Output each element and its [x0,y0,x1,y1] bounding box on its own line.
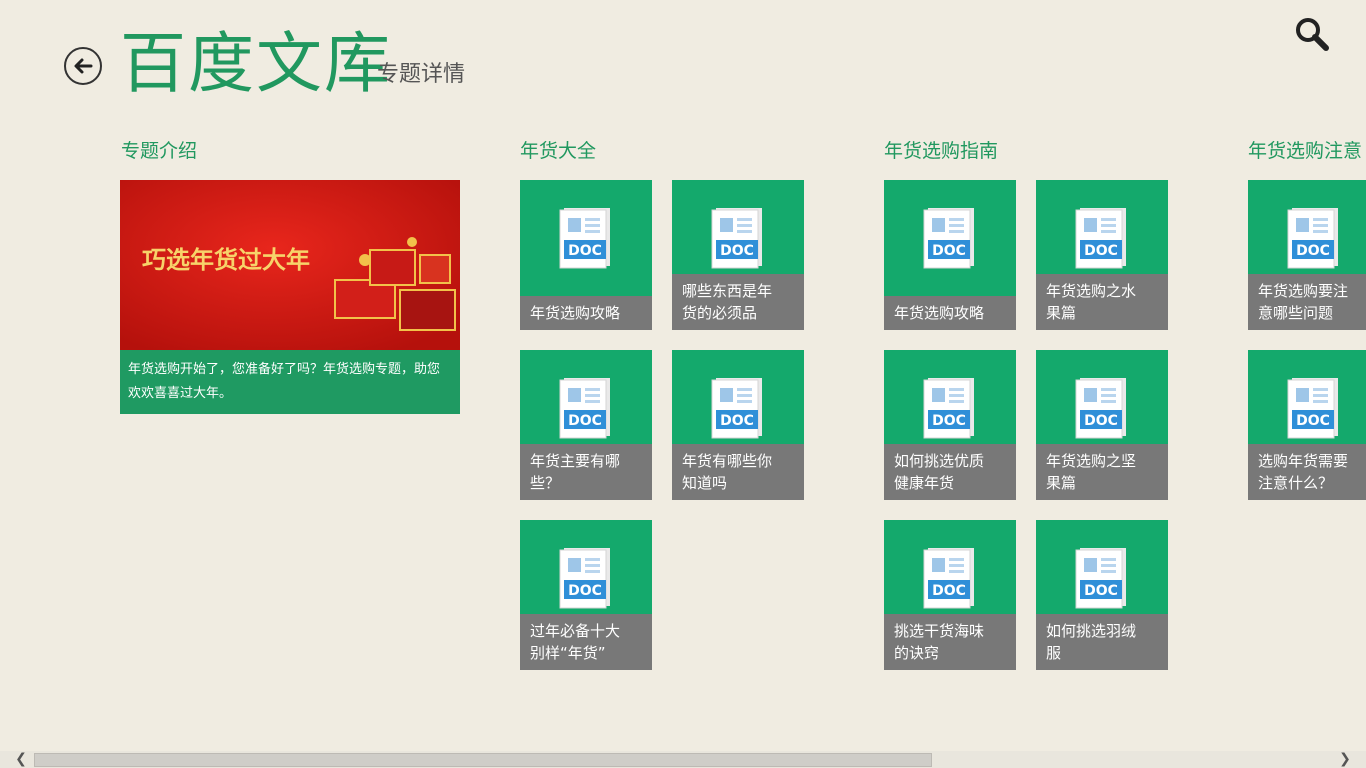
caption-line: 如何挑选羽绒 [1046,622,1137,640]
doc-file-icon: DOC [1075,208,1126,269]
caption-line: 果篇 [1046,474,1077,492]
caption-line: 些？ [530,474,561,492]
doc-tile[interactable]: DOC 年货选购之水 果篇 [1036,180,1168,330]
doc-file-icon: DOC [923,548,974,609]
doc-tile-caption: 如何挑选优质 健康年货 [884,444,1016,500]
section-title-intro: 专题介绍 [121,140,198,162]
doc-tile-caption: 年货有哪些你 知道吗 [672,444,804,500]
doc-badge: DOC [568,243,602,259]
caption-line: 服 [1046,644,1062,662]
doc-tile[interactable]: DOC 年货主要有哪 些？ [520,350,652,500]
caption-line: 过年必备十大 [530,622,621,640]
scroll-left-icon[interactable]: ❮ [12,751,30,768]
doc-tile[interactable]: DOC 年货选购要注 意哪些问题 [1248,180,1366,330]
app-title: 百度文库 [120,25,392,102]
doc-tile[interactable]: DOC 如何挑选优质 健康年货 [884,350,1016,500]
doc-badge: DOC [1296,413,1330,429]
doc-badge: DOC [1084,583,1118,599]
doc-tile-caption: 年货选购攻略 [884,296,1016,330]
doc-file-icon: DOC [711,208,762,269]
caption-line: 挑选干货海味 [894,622,985,640]
caption-line: 选购年货需要 [1258,452,1349,470]
doc-tile-caption: 如何挑选羽绒服 [1036,614,1168,670]
banner-text: 巧选年货过大年 [142,246,310,274]
caption-line: 年货有哪些你 [682,452,773,470]
doc-tile-caption: 年货主要有哪 些？ [520,444,652,500]
doc-tile[interactable]: DOC 挑选干货海味 的诀窍 [884,520,1016,670]
doc-tile-caption: 哪些东西是年 货的必须品 [672,274,804,330]
doc-badge: DOC [1084,243,1118,259]
page-subtitle: 专题详情 [377,62,466,87]
doc-badge: DOC [932,413,966,429]
caption-line: 健康年货 [894,474,955,492]
doc-tile-caption: 过年必备十大 别样“年货” [520,614,652,670]
caption-line: 年货主要有哪 [530,452,621,470]
section-title-notes: 年货选购注意 [1248,140,1363,162]
doc-badge: DOC [568,413,602,429]
doc-badge: DOC [568,583,602,599]
doc-file-icon: DOC [559,378,610,439]
doc-tile-caption: 年货选购要注 意哪些问题 [1248,274,1366,330]
caption-line: 货的必须品 [682,304,758,322]
doc-tile[interactable]: DOC 年货选购之坚 果篇 [1036,350,1168,500]
doc-tile[interactable]: DOC 选购年货需要 注意什么？ [1248,350,1366,500]
doc-file-icon: DOC [1287,378,1338,439]
doc-file-icon: DOC [923,208,974,269]
caption-line: 年货选购之坚 [1046,452,1137,470]
scroll-right-icon[interactable]: ❯ [1336,751,1354,768]
doc-file-icon: DOC [923,378,974,439]
caption-line: 年货选购攻略 [894,304,985,322]
doc-badge: DOC [932,583,966,599]
doc-file-icon: DOC [1075,378,1126,439]
scroll-thumb[interactable] [34,753,932,767]
doc-file-icon: DOC [559,208,610,269]
doc-tile[interactable]: DOC 年货选购攻略 [520,180,652,330]
doc-tile-caption: 挑选干货海味 的诀窍 [884,614,1016,670]
doc-badge: DOC [720,243,754,259]
back-button[interactable] [64,47,102,85]
doc-file-icon: DOC [1075,548,1126,609]
doc-tile[interactable]: DOC 哪些东西是年 货的必须品 [672,180,804,330]
caption-line: 别样“年货” [530,644,606,662]
caption-line: 果篇 [1046,304,1077,322]
section-title-goods: 年货大全 [520,140,597,162]
doc-tile[interactable]: DOC 过年必备十大 别样“年货” [520,520,652,670]
doc-file-icon: DOC [1287,208,1338,269]
caption-line: 年货选购之水 [1046,282,1137,300]
doc-tile-caption: 年货选购攻略 [520,296,652,330]
doc-badge: DOC [932,243,966,259]
doc-tile-caption: 选购年货需要 注意什么？ [1248,444,1366,500]
caption-line: 的诀窍 [894,644,940,662]
intro-description: 年货选购开始了，您准备好了吗？年货选购专题，助您欢欢喜喜过大年。 [128,362,441,401]
doc-tile[interactable]: DOC 如何挑选羽绒服 [1036,520,1168,670]
doc-tile[interactable]: DOC 年货选购攻略 [884,180,1016,330]
search-button[interactable] [1294,16,1330,52]
horizontal-scrollbar[interactable]: ❮ ❯ [0,751,1366,768]
doc-tile[interactable]: DOC 年货有哪些你 知道吗 [672,350,804,500]
caption-line: 如何挑选优质 [894,452,985,470]
section-title-guide: 年货选购指南 [884,140,999,162]
doc-file-icon: DOC [559,548,610,609]
caption-line: 注意什么？ [1258,474,1334,492]
doc-badge: DOC [1084,413,1118,429]
doc-file-icon: DOC [711,378,762,439]
intro-banner-image: 巧选年货过大年 [120,180,460,350]
caption-line: 意哪些问题 [1258,304,1334,322]
caption-line: 知道吗 [682,474,728,492]
caption-line: 年货选购要注 [1258,282,1349,300]
caption-line: 哪些东西是年 [682,282,773,300]
doc-tile-caption: 年货选购之坚 果篇 [1036,444,1168,500]
search-icon [1296,18,1329,51]
caption-line: 年货选购攻略 [530,304,621,322]
back-arrow-icon [74,58,93,74]
doc-badge: DOC [1296,243,1330,259]
doc-tile-caption: 年货选购之水 果篇 [1036,274,1168,330]
doc-badge: DOC [720,413,754,429]
intro-card[interactable]: 巧选年货过大年 年货选购开始了，您准备好了吗？年货选购专题，助您欢欢喜喜过大年。 [120,180,460,414]
